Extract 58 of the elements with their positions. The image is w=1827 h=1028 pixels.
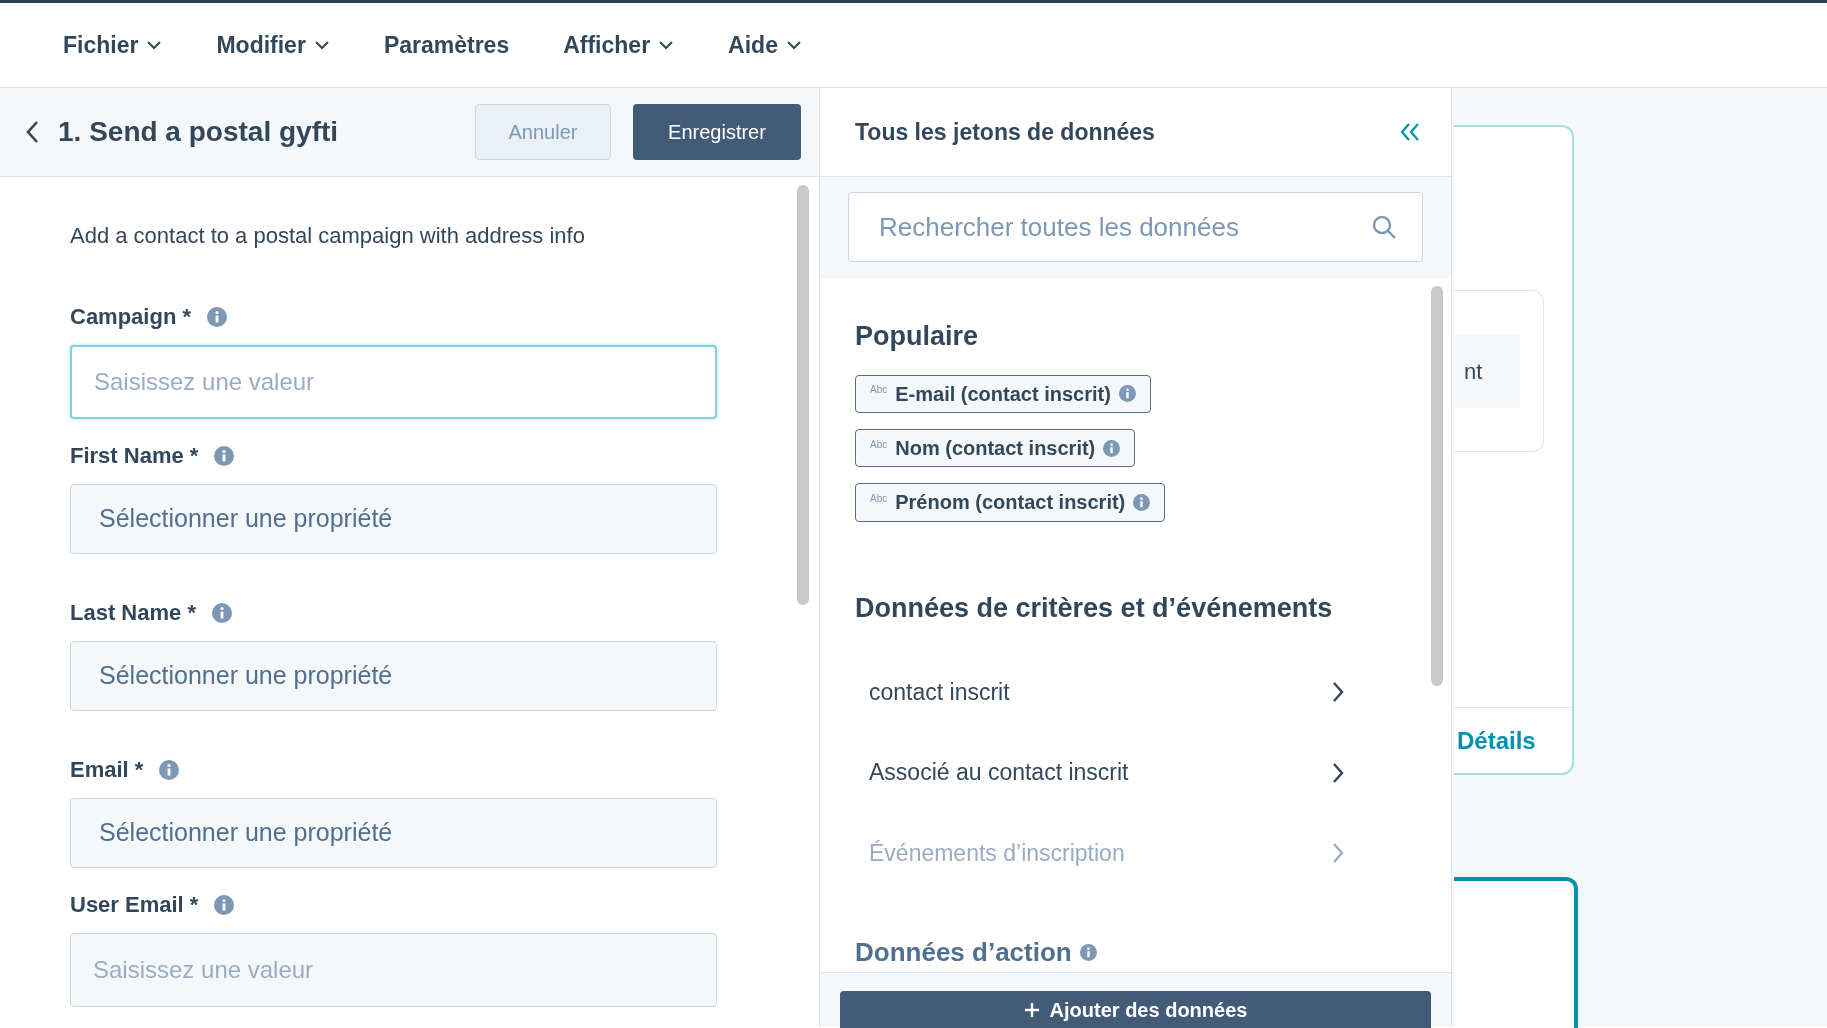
caret-icon	[658, 40, 675, 50]
token-label: E-mail (contact inscrit)	[895, 381, 1111, 407]
chevron-icon	[1331, 841, 1345, 864]
caret-icon	[146, 40, 163, 50]
data-token[interactable]: Abc Nom (contact inscrit)	[855, 428, 1136, 468]
panel-title: 1. Send a postal gyfti	[58, 115, 339, 149]
menu-item[interactable]: Paramètres	[370, 20, 523, 70]
menu-item[interactable]: Aide	[715, 20, 815, 70]
section-heading: Populaire	[855, 320, 980, 353]
info-icon[interactable]	[1133, 493, 1151, 511]
info-icon[interactable]	[207, 306, 228, 327]
select-field[interactable]: Sélectionner une propriété	[70, 798, 717, 868]
description-text: Add a contact to a postal campaign with address info	[70, 222, 586, 250]
caret-icon	[785, 40, 802, 50]
details-link[interactable]: Détails	[1457, 722, 1536, 759]
menu-item[interactable]: Afficher	[550, 20, 688, 70]
list-item[interactable]: contact inscrit	[855, 652, 1411, 733]
select-field[interactable]: Sélectionner une propriété	[70, 484, 717, 554]
input-field[interactable]: Saisissez une valeur	[70, 933, 717, 1007]
collapse-icon[interactable]	[1399, 121, 1421, 143]
type-label: Abc	[870, 491, 888, 506]
field-label: Email *	[70, 756, 144, 784]
info-icon[interactable]	[1118, 385, 1136, 403]
panel-title: Tous les jetons de données	[855, 117, 1155, 147]
scrollbar[interactable]	[797, 185, 809, 605]
chevron-icon	[1331, 681, 1345, 704]
card-text: nt	[1454, 334, 1520, 408]
menu-item[interactable]: Fichier	[50, 20, 176, 70]
data-token[interactable]: Abc E-mail (contact inscrit)	[855, 374, 1151, 413]
section-heading: Données de critères et d’événements	[855, 591, 1334, 625]
field-label: Last Name *	[70, 599, 196, 627]
data-token[interactable]: Abc Prénom (contact inscrit)	[855, 483, 1166, 522]
save-button[interactable]: Enregistrer	[633, 104, 801, 160]
info-icon[interactable]	[214, 445, 235, 466]
field-label: Campaign *	[70, 303, 192, 331]
info-icon[interactable]	[159, 759, 180, 780]
list-item[interactable]: Associé au contact inscrit	[855, 732, 1411, 813]
field-label: First Name *	[70, 442, 199, 470]
info-icon[interactable]	[214, 894, 235, 915]
info-icon[interactable]	[1103, 439, 1121, 457]
chevron-icon	[1331, 761, 1345, 784]
field-label: User Email *	[70, 891, 199, 919]
search-field[interactable]: Rechercher toutes les données	[848, 192, 1423, 262]
section-heading: Données d’action	[855, 936, 1072, 969]
info-icon[interactable]	[1079, 944, 1097, 961]
select-field[interactable]: Sélectionner une propriété	[70, 641, 717, 711]
info-icon[interactable]	[211, 602, 232, 623]
add-data-button[interactable]: Ajouter des données	[840, 991, 1431, 1028]
caret-icon	[313, 40, 330, 50]
scrollbar[interactable]	[1431, 286, 1443, 686]
token-label: Nom (contact inscrit)	[895, 436, 1096, 461]
input-field[interactable]: Saisissez une valeur	[70, 345, 717, 419]
plus-icon	[1023, 1001, 1040, 1018]
menu-item[interactable]: Modifier	[203, 20, 343, 70]
search-icon	[1371, 214, 1397, 240]
type-label: Abc	[870, 383, 888, 398]
type-label: Abc	[870, 437, 888, 452]
token-label: Prénom (contact inscrit)	[895, 490, 1126, 516]
